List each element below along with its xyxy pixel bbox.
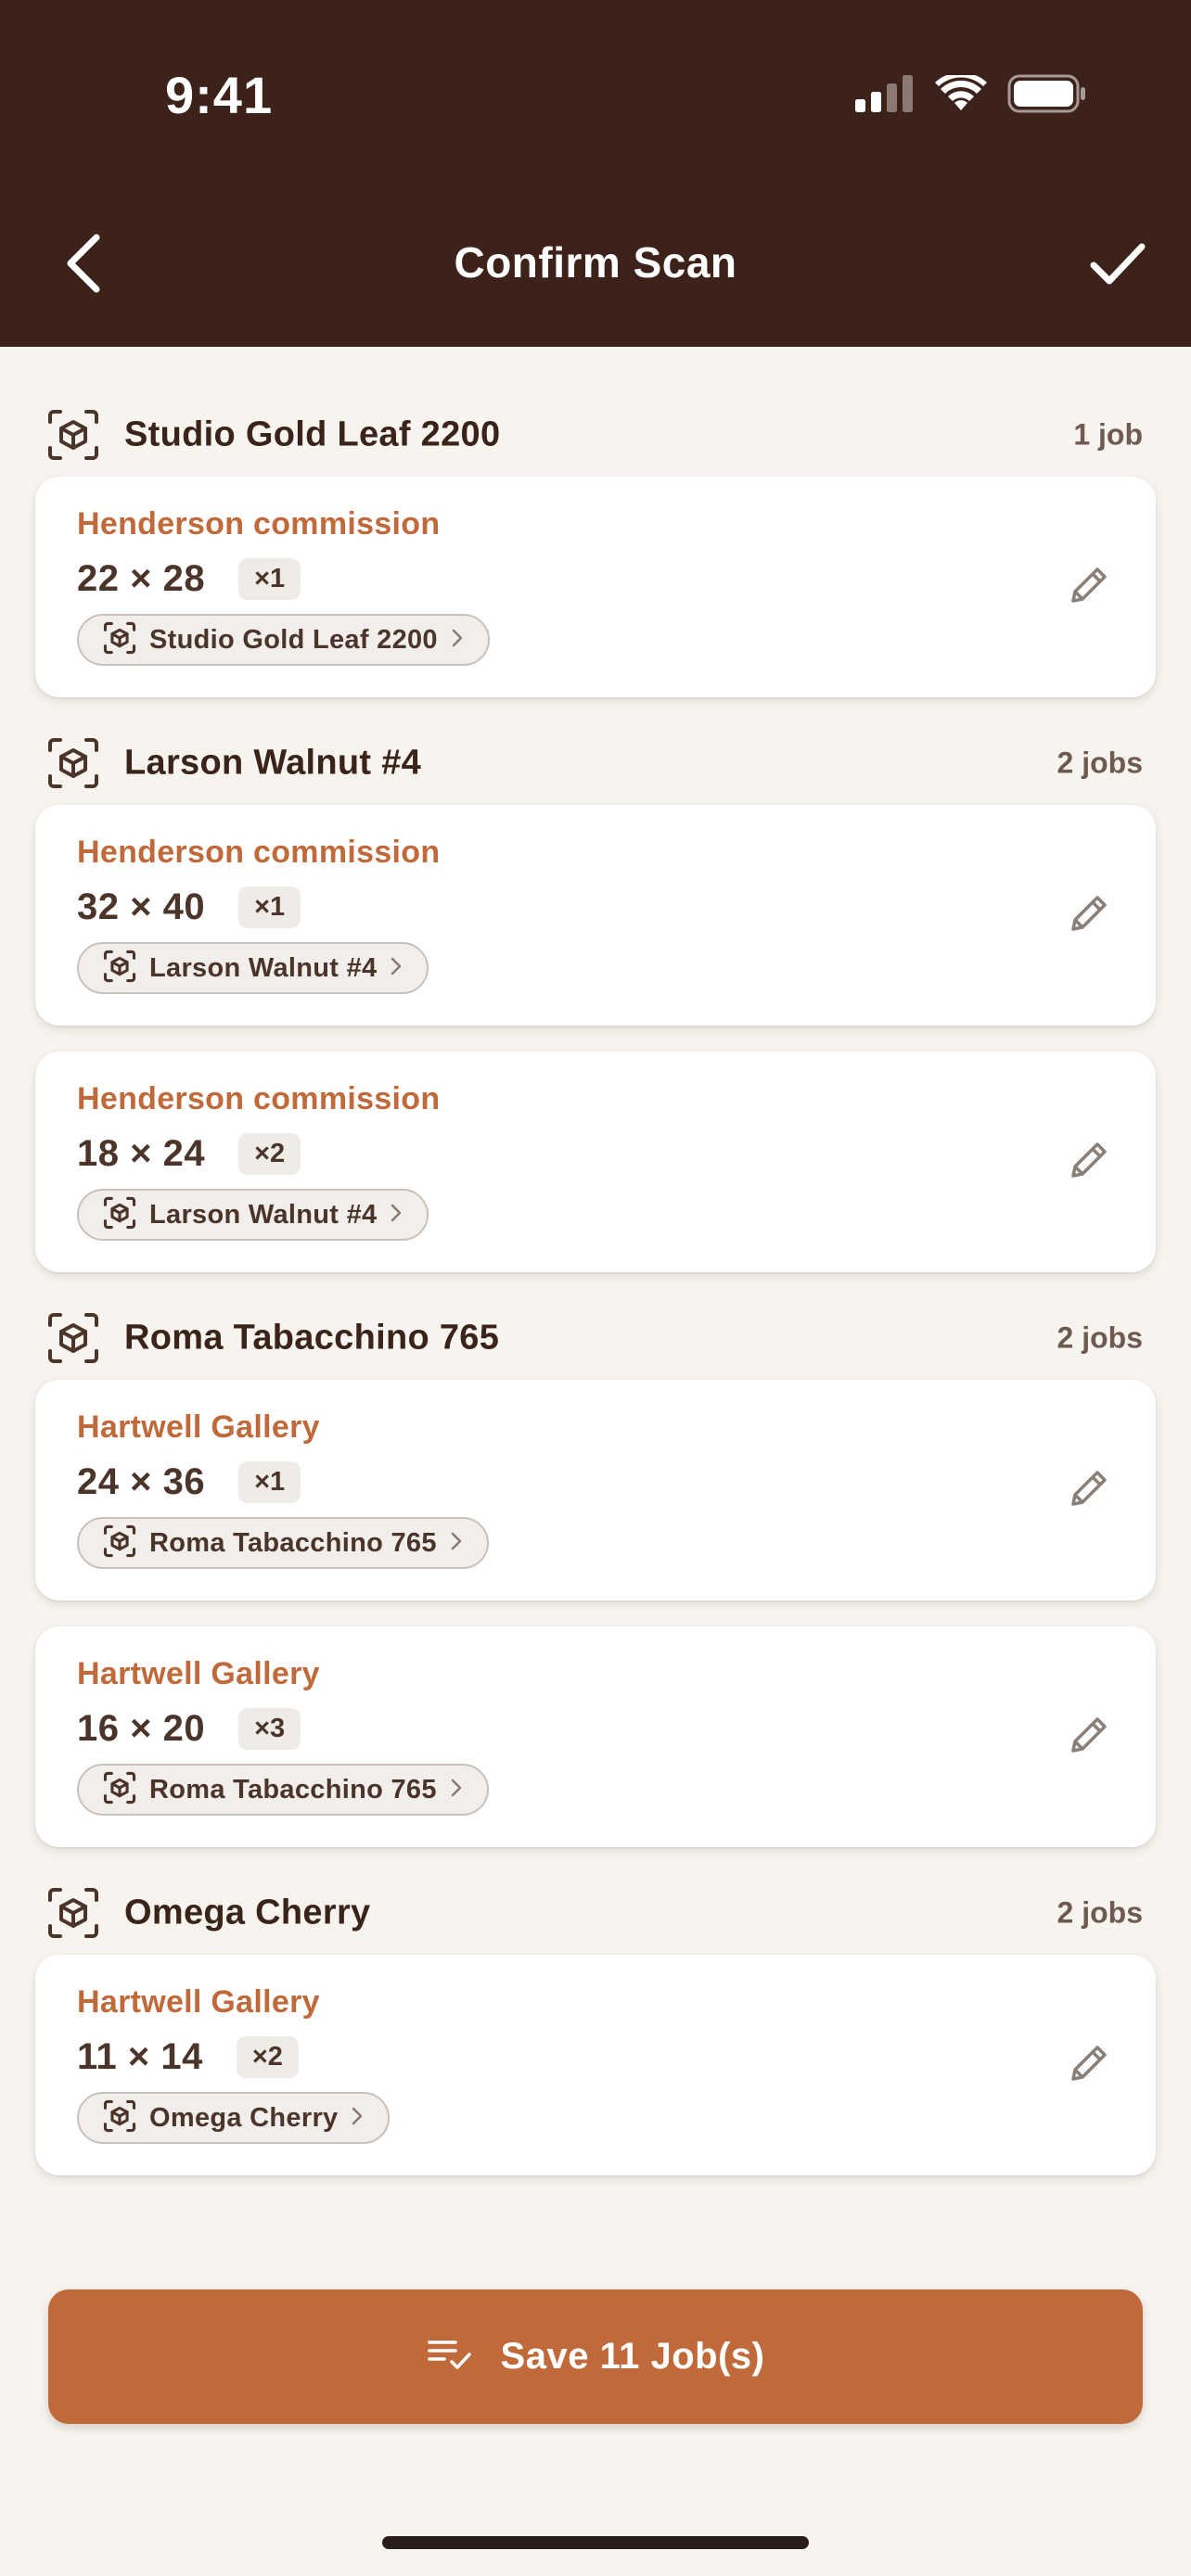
dimensions-row: 16 × 20 ×3 <box>77 1708 301 1750</box>
client-name: Henderson commission <box>77 835 441 870</box>
job-card[interactable]: Hartwell Gallery 16 × 20 ×3 Roma Tabacch… <box>35 1626 1156 1847</box>
pencil-icon <box>1068 1714 1110 1761</box>
chevron-right-icon <box>451 628 464 653</box>
chevron-right-icon <box>351 2106 364 2131</box>
frame-dimensions: 18 × 24 <box>77 1133 206 1174</box>
group-title: Studio Gold Leaf 2200 <box>124 414 501 454</box>
frame-dimensions: 24 × 36 <box>77 1461 206 1502</box>
pencil-icon <box>1068 1467 1110 1514</box>
scan-box-icon <box>103 621 136 659</box>
quantity-badge: ×2 <box>236 2036 299 2078</box>
group-job-count: 2 jobs <box>1057 1320 1143 1355</box>
chevron-right-icon <box>390 956 403 981</box>
moulding-label: Larson Walnut #4 <box>149 952 378 983</box>
quantity-badge: ×3 <box>238 1708 301 1750</box>
moulding-label: Omega Cherry <box>149 2102 339 2133</box>
moulding-chip[interactable]: Larson Walnut #4 <box>77 1189 429 1241</box>
job-card[interactable]: Henderson commission 32 × 40 ×1 Larson W… <box>35 805 1156 1026</box>
pencil-icon <box>1068 1139 1110 1186</box>
dimensions-row: 11 × 14 ×2 <box>77 2036 299 2078</box>
group-job-count: 2 jobs <box>1057 746 1143 780</box>
scan-box-icon <box>46 1311 100 1365</box>
scan-box-icon <box>46 1886 100 1940</box>
frame-dimensions: 22 × 28 <box>77 558 206 599</box>
frame-dimensions: 16 × 20 <box>77 1708 206 1749</box>
quantity-badge: ×1 <box>238 886 301 928</box>
cellular-signal-icon <box>855 74 915 117</box>
client-name: Henderson commission <box>77 1081 441 1116</box>
home-indicator <box>382 2536 809 2549</box>
scan-box-icon <box>46 736 100 790</box>
group-header: Omega Cherry 2 jobs <box>0 1873 1191 1953</box>
wifi-icon <box>935 71 987 117</box>
frame-dimensions: 11 × 14 <box>77 2036 203 2077</box>
moulding-chip[interactable]: Roma Tabacchino 765 <box>77 1517 489 1569</box>
client-name: Henderson commission <box>77 506 441 542</box>
scan-box-icon <box>46 408 100 462</box>
moulding-chip[interactable]: Omega Cherry <box>77 2092 391 2144</box>
moulding-label: Studio Gold Leaf 2200 <box>149 624 438 655</box>
save-jobs-button[interactable]: Save 11 Job(s) <box>48 2289 1143 2424</box>
quantity-badge: ×1 <box>238 558 301 600</box>
client-name: Hartwell Gallery <box>77 1984 320 2020</box>
moulding-chip[interactable]: Studio Gold Leaf 2200 <box>77 614 490 666</box>
edit-button[interactable] <box>1061 559 1117 615</box>
status-time: 9:41 <box>165 66 274 124</box>
group-job-count: 1 job <box>1073 417 1143 452</box>
edit-button[interactable] <box>1061 1134 1117 1190</box>
moulding-label: Larson Walnut #4 <box>149 1199 378 1230</box>
job-card[interactable]: Hartwell Gallery 24 × 36 ×1 Roma Tabacch… <box>35 1380 1156 1600</box>
status-icons <box>855 71 1087 119</box>
dimensions-row: 24 × 36 ×1 <box>77 1461 301 1503</box>
dimensions-row: 22 × 28 ×1 <box>77 558 301 600</box>
edit-button[interactable] <box>1061 1709 1117 1765</box>
group-header: Studio Gold Leaf 2200 1 job <box>0 395 1191 475</box>
checkmark-icon <box>1089 241 1146 292</box>
quantity-badge: ×1 <box>238 1461 301 1503</box>
client-name: Hartwell Gallery <box>77 1409 320 1445</box>
scan-box-icon <box>103 1524 136 1562</box>
chevron-right-icon <box>390 1203 403 1228</box>
moulding-label: Roma Tabacchino 765 <box>149 1774 437 1804</box>
edit-button[interactable] <box>1061 887 1117 943</box>
dimensions-row: 18 × 24 ×2 <box>77 1133 301 1175</box>
group-header: Roma Tabacchino 765 2 jobs <box>0 1298 1191 1378</box>
job-card[interactable]: Henderson commission 18 × 24 ×2 Larson W… <box>35 1052 1156 1272</box>
dimensions-row: 32 × 40 ×1 <box>77 886 301 928</box>
chevron-right-icon <box>450 1531 463 1556</box>
scan-box-icon <box>103 2099 136 2137</box>
page-title: Confirm Scan <box>454 238 737 287</box>
confirm-button[interactable] <box>1085 234 1150 299</box>
edit-button[interactable] <box>1061 1462 1117 1518</box>
pencil-icon <box>1068 2042 1110 2089</box>
job-card[interactable]: Henderson commission 22 × 28 ×1 Studio G… <box>35 477 1156 697</box>
frame-dimensions: 32 × 40 <box>77 886 206 927</box>
scan-box-icon <box>103 950 136 988</box>
scan-box-icon <box>103 1196 136 1234</box>
quantity-badge: ×2 <box>238 1133 301 1175</box>
group-job-count: 2 jobs <box>1057 1895 1143 1930</box>
header-bar: 9:41 Confirm Scan <box>0 0 1191 347</box>
scan-results-list: Studio Gold Leaf 2200 1 job Henderson co… <box>0 347 1191 2201</box>
moulding-chip[interactable]: Roma Tabacchino 765 <box>77 1764 489 1816</box>
group-header: Larson Walnut #4 2 jobs <box>0 723 1191 803</box>
list-check-icon <box>427 2336 473 2378</box>
moulding-chip[interactable]: Larson Walnut #4 <box>77 942 429 994</box>
pencil-icon <box>1068 564 1110 611</box>
moulding-label: Roma Tabacchino 765 <box>149 1527 437 1558</box>
save-jobs-label: Save 11 Job(s) <box>500 2336 765 2377</box>
client-name: Hartwell Gallery <box>77 1656 320 1691</box>
edit-button[interactable] <box>1061 2037 1117 2093</box>
group-title: Larson Walnut #4 <box>124 743 422 783</box>
group-title: Roma Tabacchino 765 <box>124 1318 500 1358</box>
scan-box-icon <box>103 1771 136 1809</box>
job-card[interactable]: Hartwell Gallery 11 × 14 ×2 Omega Cherry <box>35 1955 1156 2175</box>
pencil-icon <box>1068 892 1110 939</box>
battery-icon <box>1007 74 1087 118</box>
group-title: Omega Cherry <box>124 1893 371 1932</box>
chevron-right-icon <box>450 1778 463 1803</box>
